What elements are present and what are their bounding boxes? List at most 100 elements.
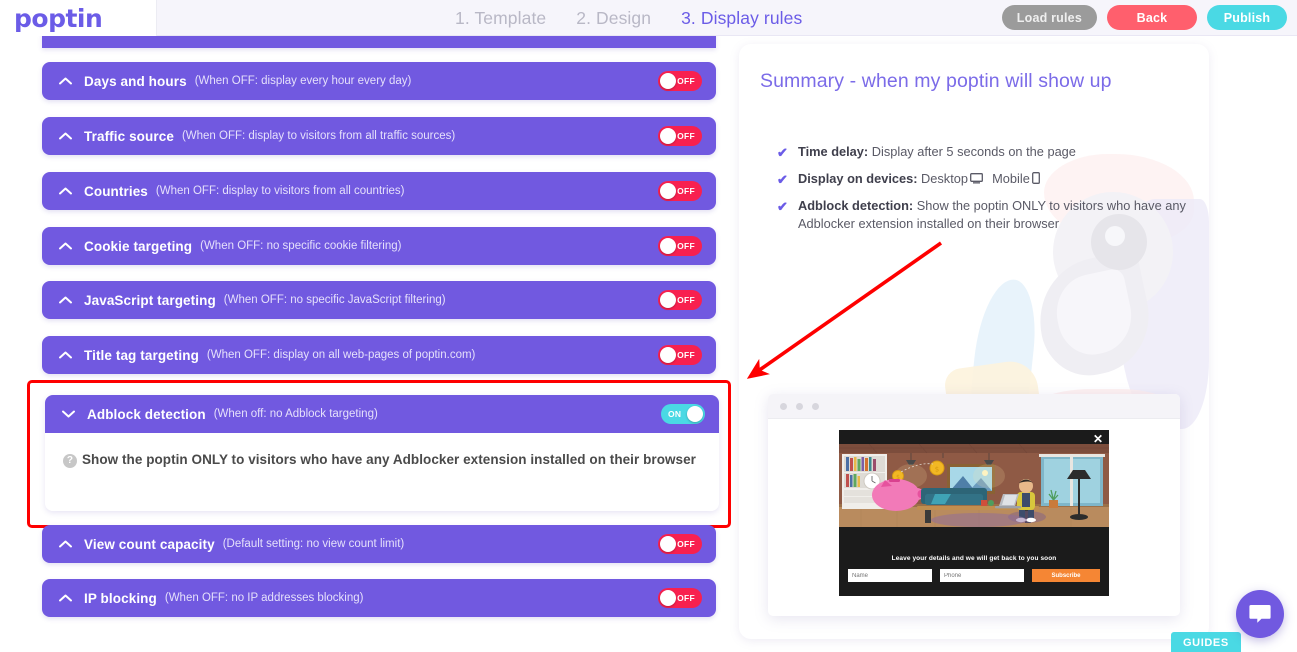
rule-title: Traffic source <box>84 128 174 144</box>
preview-browser-chrome <box>768 394 1180 419</box>
wizard-steps: 1. Template 2. Design 3. Display rules <box>455 0 802 36</box>
rule-title: Days and hours <box>84 73 187 89</box>
summary-item-adblock-detection: ✔ Adblock detection: Show the poptin ONL… <box>777 197 1187 234</box>
popup-headline: Leave your details and we will get back … <box>891 555 1057 562</box>
top-navigation-bar: poptin 1. Template 2. Design 3. Display … <box>0 0 1297 36</box>
summary-item-label: Adblock detection: <box>798 197 914 213</box>
adblock-detection-body: ? Show the poptin ONLY to visitors who ha… <box>45 433 719 512</box>
browser-dot <box>796 402 803 410</box>
summary-item-text: Adblock detection: Show the poptin ONLY … <box>798 197 1187 234</box>
rule-row-days-and-hours[interactable]: Days and hours (When OFF: display every … <box>42 62 716 100</box>
rule-title: JavaScript targeting <box>84 292 216 308</box>
chat-support-button[interactable] <box>1236 590 1284 638</box>
rule-subtitle: (When OFF: no specific JavaScript filter… <box>223 294 446 306</box>
summary-item-time-delay: ✔ Time delay: Display after 5 seconds on… <box>777 143 1187 163</box>
toggle-state-label: ON <box>668 409 682 419</box>
svg-text:$: $ <box>935 466 939 474</box>
rule-row-countries[interactable]: Countries (When OFF: display to visitors… <box>42 172 716 210</box>
poptin-logo: poptin <box>14 3 103 33</box>
summary-item-text: Display on devices: Desktop Mobile <box>798 170 1042 190</box>
rule-subtitle: (Default setting: no view count limit) <box>222 538 405 550</box>
chevron-up-icon <box>57 241 74 251</box>
toggle-knob <box>660 238 676 254</box>
rule-toggle-countries[interactable]: OFF <box>658 181 702 201</box>
toggle-state-label: OFF <box>677 539 695 549</box>
summary-device-desktop: Desktop <box>921 170 968 186</box>
office-scene-illustration: $ $ <box>839 444 1109 527</box>
close-icon[interactable]: ✕ <box>1093 433 1103 445</box>
chevron-up-icon <box>57 186 74 196</box>
rule-toggle-days-and-hours[interactable]: OFF <box>658 71 702 91</box>
summary-device-mobile: Mobile <box>992 170 1030 186</box>
popup-name-input[interactable] <box>848 569 932 582</box>
adblock-description: ? Show the poptin ONLY to visitors who ha… <box>63 449 701 471</box>
popup-phone-input[interactable] <box>940 569 1024 582</box>
decorative-parrot-beak-inner <box>1049 267 1139 361</box>
popup-preview-window: ✕ $ $ Leave your details and we will get… <box>768 394 1180 616</box>
step-design[interactable]: 2. Design <box>576 8 651 29</box>
chevron-up-icon <box>57 131 74 141</box>
mobile-icon <box>1031 171 1040 190</box>
step-display-rules[interactable]: 3. Display rules <box>681 8 802 29</box>
rule-subtitle: (When OFF: no specific cookie filtering) <box>200 240 402 252</box>
rule-row-cookie-targeting[interactable]: Cookie targeting (When OFF: no specific … <box>42 227 716 265</box>
toggle-state-label: OFF <box>677 76 695 86</box>
decorative-parrot-beak <box>1028 248 1160 385</box>
rule-toggle-title-tag-targeting[interactable]: OFF <box>658 345 702 365</box>
adblock-detection-card: Adblock detection (When off: no Adblock … <box>45 395 719 512</box>
rule-toggle-ip-blocking[interactable]: OFF <box>658 588 702 608</box>
popup-form-footer: Leave your details and we will get back … <box>839 548 1109 596</box>
toggle-state-label: OFF <box>677 131 695 141</box>
load-rules-button[interactable]: Load rules <box>1001 5 1097 30</box>
rule-toggle-cookie-targeting[interactable]: OFF <box>658 236 702 256</box>
toggle-knob <box>660 128 676 144</box>
browser-dot <box>812 402 819 410</box>
back-button[interactable]: Back <box>1107 5 1197 30</box>
rule-subtitle: (When OFF: display to visitors from all … <box>155 185 405 197</box>
chevron-up-icon <box>57 350 74 360</box>
adblock-description-text: Show the poptin ONLY to visitors who hav… <box>82 452 696 467</box>
rule-row-javascript-targeting[interactable]: JavaScript targeting (When OFF: no speci… <box>42 281 716 319</box>
publish-button[interactable]: Publish <box>1207 5 1287 30</box>
desktop-icon <box>970 171 983 190</box>
rule-subtitle: (When OFF: display on all web-pages of p… <box>206 349 476 361</box>
chevron-up-icon <box>57 76 74 86</box>
poptin-popup-preview: ✕ $ $ Leave your details and we will get… <box>839 430 1109 596</box>
rule-row-title-tag-targeting[interactable]: Title tag targeting (When OFF: display o… <box>42 336 716 374</box>
top-action-buttons: Load rules Back Publish <box>1001 5 1287 30</box>
rule-row-view-count-capacity[interactable]: View count capacity (Default setting: no… <box>42 525 716 563</box>
rule-subtitle: (When off: no Adblock targeting) <box>213 408 378 420</box>
guides-tab[interactable]: GUIDES <box>1171 632 1241 652</box>
toggle-state-label: OFF <box>677 186 695 196</box>
check-icon: ✔ <box>777 171 788 187</box>
summary-title: Summary - when my poptin will show up <box>760 70 1112 92</box>
step-template[interactable]: 1. Template <box>455 8 546 29</box>
rule-toggle-javascript-targeting[interactable]: OFF <box>658 290 702 310</box>
rule-title: IP blocking <box>84 590 157 606</box>
popup-illustration: $ $ <box>839 444 1109 527</box>
toggle-knob <box>660 183 676 199</box>
rule-toggle-traffic-source[interactable]: OFF <box>658 126 702 146</box>
summary-item-display-on-devices: ✔ Display on devices: Desktop Mobile <box>777 170 1187 190</box>
summary-items-list: ✔ Time delay: Display after 5 seconds on… <box>777 143 1187 241</box>
toggle-state-label: OFF <box>677 295 695 305</box>
toggle-state-label: OFF <box>677 241 695 251</box>
toggle-state-label: OFF <box>677 593 695 603</box>
rule-title: View count capacity <box>84 536 215 552</box>
rule-toggle-adblock-detection[interactable]: ON <box>661 404 705 424</box>
rule-row-ip-blocking[interactable]: IP blocking (When OFF: no IP addresses b… <box>42 579 716 617</box>
rule-toggle-view-count-capacity[interactable]: OFF <box>658 534 702 554</box>
help-icon[interactable]: ? <box>63 454 77 468</box>
toggle-knob <box>660 347 676 363</box>
popup-subscribe-button[interactable]: Subscribe <box>1032 569 1100 582</box>
browser-dot <box>780 402 787 410</box>
rule-title: Adblock detection <box>87 406 206 422</box>
check-icon: ✔ <box>777 145 788 160</box>
rule-subtitle: (When OFF: no IP addresses blocking) <box>164 592 364 604</box>
rule-row-traffic-source[interactable]: Traffic source (When OFF: display to vis… <box>42 117 716 155</box>
check-icon: ✔ <box>777 198 788 214</box>
summary-item-text: Time delay: Display after 5 seconds on t… <box>798 143 1076 162</box>
adblock-detection-header[interactable]: Adblock detection (When off: no Adblock … <box>45 395 719 433</box>
summary-item-label: Display on devices: <box>798 170 918 186</box>
toggle-knob <box>687 406 703 422</box>
